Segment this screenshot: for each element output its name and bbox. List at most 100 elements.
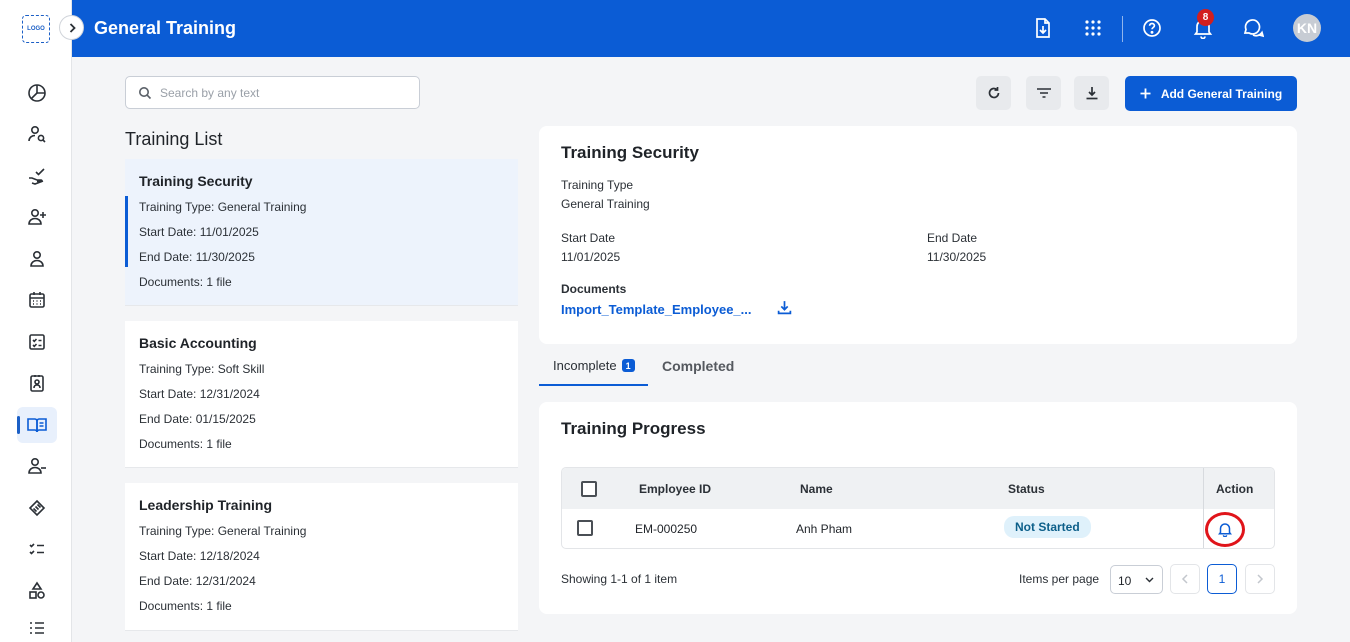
- tab-incomplete[interactable]: Incomplete 1: [553, 358, 635, 373]
- training-card-end: End Date: 12/31/2024: [139, 574, 256, 588]
- sidebar: LOGO: [0, 0, 72, 642]
- column-header-name: Name: [800, 482, 833, 496]
- row-checkbox[interactable]: [577, 520, 593, 536]
- detail-title: Training Security: [561, 143, 699, 162]
- user-icon[interactable]: [17, 241, 57, 277]
- shapes-icon[interactable]: [17, 573, 57, 609]
- training-list-title: Training List: [125, 129, 223, 149]
- page-title: General Training: [94, 18, 237, 38]
- bell-icon: [1218, 523, 1232, 537]
- column-header-action: Action: [1216, 482, 1254, 496]
- detail-type-value: General Training: [561, 197, 650, 211]
- items-per-page-select[interactable]: 10: [1110, 565, 1163, 594]
- download-icon: [777, 301, 792, 315]
- detail-type-label: Training Type: [561, 178, 634, 192]
- training-card-start: Start Date: 12/18/2024: [139, 549, 260, 563]
- user-search-icon[interactable]: [17, 116, 57, 152]
- progress-table: Employee ID Name Status Action EM-000250…: [561, 467, 1275, 549]
- tab-completed[interactable]: Completed: [662, 358, 734, 374]
- detail-start-label: Start Date: [561, 231, 616, 245]
- plus-icon: [1140, 88, 1151, 99]
- download-icon: [1086, 87, 1097, 100]
- tab-incomplete-count: 1: [621, 359, 635, 372]
- chat-icon[interactable]: [1241, 16, 1265, 40]
- document-download-button[interactable]: [777, 300, 792, 320]
- sidebar-toggle-button[interactable]: [59, 15, 84, 40]
- training-card-docs: Documents: 1 file: [139, 437, 232, 451]
- contact-card-icon[interactable]: [17, 365, 57, 401]
- column-header-status: Status: [1008, 482, 1045, 496]
- search-icon: [139, 87, 152, 100]
- training-card-docs: Documents: 1 file: [139, 599, 232, 613]
- filter-button[interactable]: [1026, 76, 1061, 110]
- refresh-button[interactable]: [976, 76, 1011, 110]
- refresh-icon: [988, 87, 999, 99]
- hand-check-icon[interactable]: [17, 158, 57, 194]
- cell-name: Anh Pham: [796, 522, 853, 536]
- training-progress-panel: Training Progress Employee ID Name Statu…: [539, 402, 1297, 614]
- page-button-current[interactable]: 1: [1207, 564, 1237, 594]
- task-list-icon[interactable]: [17, 531, 57, 567]
- progress-title: Training Progress: [561, 419, 706, 438]
- items-per-page-label: Items per page: [1019, 572, 1100, 586]
- chevron-right-icon: [1257, 574, 1264, 584]
- document-link[interactable]: Import_Template_Employee_...: [561, 302, 752, 317]
- detail-end-label: End Date: [927, 231, 978, 245]
- send-reminder-button[interactable]: [1205, 512, 1245, 547]
- training-card-type: Training Type: General Training: [139, 524, 307, 538]
- filter-icon: [1036, 88, 1051, 98]
- items-per-page-value: 10: [1118, 574, 1132, 588]
- calendar-icon[interactable]: [17, 282, 57, 318]
- checklist-icon[interactable]: [17, 324, 57, 360]
- detail-documents-label: Documents: [561, 282, 627, 296]
- search-input[interactable]: [160, 83, 410, 103]
- active-tab-indicator: [539, 384, 648, 386]
- training-card-name: Leadership Training: [139, 497, 273, 513]
- previous-page-button[interactable]: [1170, 564, 1200, 594]
- training-card[interactable]: Basic Accounting Training Type: Soft Ski…: [125, 321, 518, 468]
- training-card[interactable]: Leadership Training Training Type: Gener…: [125, 483, 518, 631]
- user-add-icon[interactable]: [17, 199, 57, 235]
- user-remove-icon[interactable]: [17, 448, 57, 484]
- avatar[interactable]: KN: [1293, 14, 1321, 42]
- training-card-name: Training Security: [139, 173, 253, 189]
- chevron-left-icon: [1181, 574, 1188, 584]
- detail-end-value: 11/30/2025: [927, 250, 987, 264]
- search-box: [125, 76, 420, 109]
- header-divider: [1122, 16, 1123, 42]
- tab-completed-label: Completed: [662, 358, 735, 374]
- help-icon[interactable]: [1140, 16, 1164, 40]
- app-header: General Training 8 KN: [72, 0, 1350, 57]
- add-button-label: Add General Training: [1160, 86, 1283, 101]
- training-card-end: End Date: 01/15/2025: [139, 412, 256, 426]
- pie-chart-icon[interactable]: [17, 75, 57, 111]
- next-page-button[interactable]: [1245, 564, 1275, 594]
- book-open-icon[interactable]: [17, 407, 57, 443]
- training-card-type: Training Type: General Training: [139, 200, 307, 214]
- column-divider: [1203, 468, 1204, 548]
- training-card[interactable]: Training Security Training Type: General…: [125, 159, 518, 306]
- logo: LOGO: [22, 15, 50, 43]
- status-badge: Not Started: [1004, 516, 1091, 538]
- training-card-type: Training Type: Soft Skill: [139, 362, 265, 376]
- cell-employee-id: EM-000250: [635, 522, 698, 536]
- training-card-start: Start Date: 12/31/2024: [139, 387, 260, 401]
- handshake-icon[interactable]: [17, 490, 57, 526]
- training-card-start: Start Date: 11/01/2025: [139, 225, 259, 239]
- training-card-end: End Date: 11/30/2025: [139, 250, 255, 264]
- training-card-name: Basic Accounting: [139, 335, 257, 351]
- detail-start-value: 11/01/2025: [561, 250, 621, 264]
- notification-badge: 8: [1197, 9, 1214, 26]
- pagination-summary: Showing 1-1 of 1 item: [561, 572, 678, 586]
- apps-grid-icon[interactable]: [1081, 16, 1105, 40]
- document-download-icon[interactable]: [1031, 16, 1055, 40]
- select-all-checkbox[interactable]: [581, 481, 597, 497]
- add-general-training-button[interactable]: Add General Training: [1125, 76, 1297, 111]
- training-detail-panel: Training Security Training Type General …: [539, 126, 1297, 344]
- list-icon[interactable]: [17, 610, 57, 642]
- export-button[interactable]: [1074, 76, 1109, 110]
- chevron-down-icon: [1145, 577, 1154, 583]
- column-header-employee-id: Employee ID: [639, 482, 712, 496]
- training-card-docs: Documents: 1 file: [139, 275, 232, 289]
- chevron-right-icon: [69, 22, 76, 33]
